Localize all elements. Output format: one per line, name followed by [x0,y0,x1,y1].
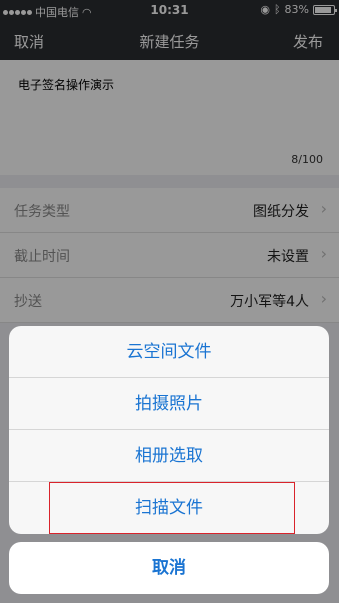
sheet-item-album[interactable]: 相册选取 [9,430,329,482]
sheet-item-scan-file[interactable]: 扫描文件 [9,482,329,534]
sheet-item-cloud-file[interactable]: 云空间文件 [9,326,329,378]
action-sheet: 云空间文件 拍摄照片 相册选取 扫描文件 [9,326,329,534]
sheet-cancel-button[interactable]: 取消 [9,542,329,594]
sheet-item-take-photo[interactable]: 拍摄照片 [9,378,329,430]
highlight-box [49,482,295,534]
